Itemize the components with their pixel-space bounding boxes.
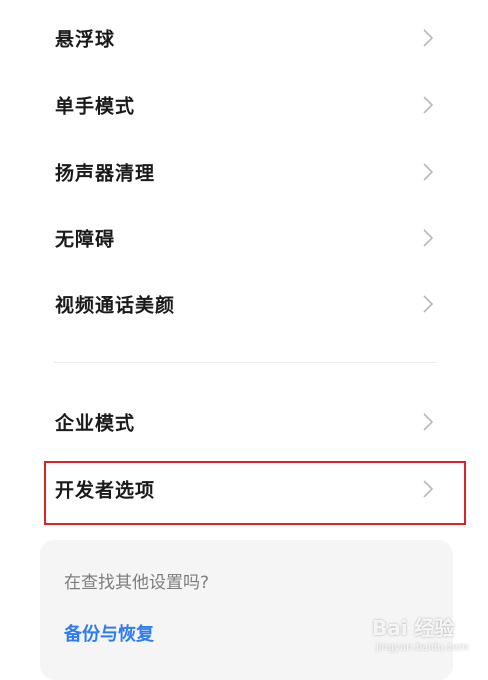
settings-item-accessibility[interactable]: 无障碍 bbox=[0, 205, 488, 271]
chevron-right-icon bbox=[423, 295, 434, 313]
settings-item-video-call-beauty[interactable]: 视频通话美颜 bbox=[0, 271, 488, 337]
baidu-jingyan-watermark: Bai 经验 jingyan.baidu.com bbox=[372, 612, 484, 660]
settings-item-label: 扬声器清理 bbox=[55, 162, 156, 185]
chevron-right-icon bbox=[423, 229, 434, 247]
highlight-box bbox=[44, 461, 466, 525]
settings-item-enterprise-mode[interactable]: 企业模式 bbox=[0, 389, 488, 455]
watermark-url: jingyan.baidu.com bbox=[376, 642, 469, 653]
chevron-right-icon bbox=[423, 413, 434, 431]
chevron-right-icon bbox=[423, 96, 434, 114]
settings-item-one-hand-mode[interactable]: 单手模式 bbox=[0, 72, 488, 138]
settings-item-label: 企业模式 bbox=[55, 412, 136, 435]
settings-item-speaker-cleanup[interactable]: 扬声器清理 bbox=[0, 139, 488, 205]
settings-item-label: 视频通话美颜 bbox=[55, 294, 176, 317]
section-divider bbox=[54, 362, 437, 363]
chevron-right-icon bbox=[423, 163, 434, 181]
watermark-brand: Bai 经验 bbox=[372, 616, 455, 640]
settings-item-label: 无障碍 bbox=[55, 228, 116, 251]
settings-item-floating-ball[interactable]: 悬浮球 bbox=[0, 5, 488, 71]
backup-restore-link[interactable]: 备份与恢复 bbox=[64, 620, 154, 646]
chevron-right-icon bbox=[423, 29, 434, 47]
settings-item-label: 单手模式 bbox=[55, 95, 136, 118]
suggestion-question: 在查找其他设置吗? bbox=[64, 573, 210, 593]
settings-item-label: 悬浮球 bbox=[55, 28, 116, 51]
